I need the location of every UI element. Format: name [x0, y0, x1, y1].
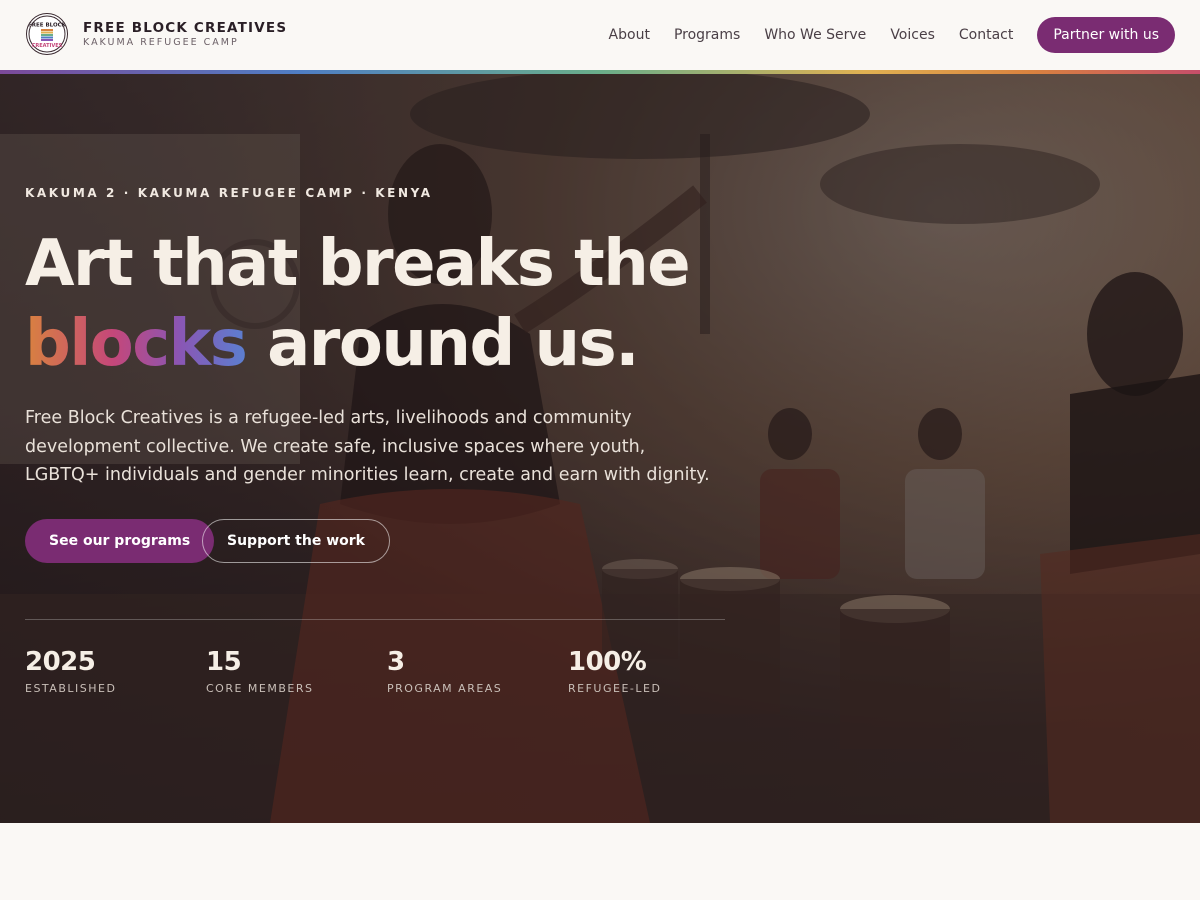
brand-name: FREE BLOCK CREATIVES: [83, 19, 288, 36]
stat-label: REFUGEE-LED: [568, 682, 662, 695]
stat-value: 3: [387, 647, 405, 677]
stat-label: PROGRAM AREAS: [387, 682, 503, 695]
stat-value: 100%: [568, 647, 647, 677]
nav-link-contact[interactable]: Contact: [959, 27, 1013, 43]
stat-label: ESTABLISHED: [25, 682, 117, 695]
headline-accent-word: blocks: [25, 307, 248, 381]
nav-link-voices[interactable]: Voices: [890, 27, 935, 43]
hero-eyebrow: KAKUMA 2 · KAKUMA REFUGEE CAMP · KENYA: [25, 186, 433, 200]
stat-core-members: 15 CORE MEMBERS: [206, 646, 376, 695]
logo-text-top: FREE BLOCK: [28, 23, 67, 29]
hero-section: KAKUMA 2 · KAKUMA REFUGEE CAMP · KENYA A…: [0, 74, 1200, 823]
hero-headline: Art that breaks the blocks around us.: [25, 224, 725, 384]
main-nav: About Programs Who We Serve Voices Conta…: [609, 17, 1175, 53]
stat-value: 2025: [25, 647, 96, 677]
partner-with-us-button[interactable]: Partner with us: [1037, 17, 1175, 53]
brand-subtitle: KAKUMA REFUGEE CAMP: [83, 36, 239, 48]
headline-line-1: Art that breaks the: [25, 227, 691, 301]
nav-link-who-we-serve[interactable]: Who We Serve: [764, 27, 866, 43]
stat-established: 2025 ESTABLISHED: [25, 646, 195, 695]
headline-line-2-rest: around us.: [246, 307, 639, 381]
stat-label: CORE MEMBERS: [206, 682, 314, 695]
stat-program-areas: 3 PROGRAM AREAS: [387, 646, 557, 695]
nav-link-programs[interactable]: Programs: [674, 27, 740, 43]
free-block-creatives-logo-icon: FREE BLOCK CREATIVES: [26, 13, 68, 55]
support-the-work-button[interactable]: Support the work: [202, 519, 390, 563]
logo-text-bottom: CREATIVES: [32, 43, 63, 49]
see-our-programs-button[interactable]: See our programs: [25, 519, 215, 563]
brand-text: FREE BLOCK CREATIVES KAKUMA REFUGEE CAMP: [83, 20, 287, 49]
stat-refugee-led: 100% REFUGEE-LED: [568, 646, 738, 695]
stat-value: 15: [206, 647, 242, 677]
nav-link-about[interactable]: About: [609, 27, 650, 43]
site-header: FREE BLOCK CREATIVES FREE BLOCK CREATIVE…: [0, 0, 1200, 70]
brand[interactable]: FREE BLOCK CREATIVES FREE BLOCK CREATIVE…: [26, 13, 287, 55]
stats-divider: [25, 619, 725, 620]
hero-description: Free Block Creatives is a refugee-led ar…: [25, 408, 710, 485]
